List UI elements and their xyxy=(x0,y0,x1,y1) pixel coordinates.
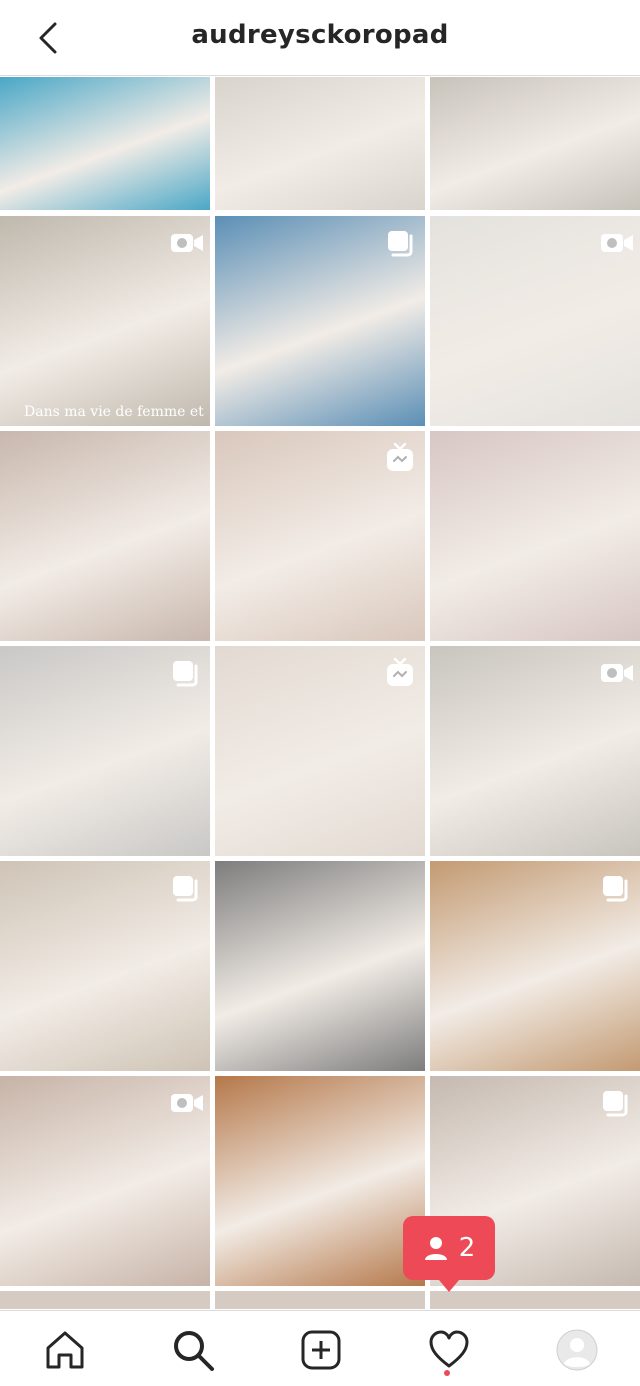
video-icon xyxy=(171,1094,203,1112)
video-badge xyxy=(170,1088,203,1118)
post-boy-denim[interactable] xyxy=(0,646,210,856)
carousel-badge xyxy=(385,228,415,258)
bottom-nav xyxy=(0,1310,640,1386)
nav-profile[interactable] xyxy=(552,1325,602,1375)
igtv-badge xyxy=(385,657,415,688)
igtv-icon xyxy=(387,442,413,471)
nav-search[interactable] xyxy=(168,1325,218,1375)
carousel-icon xyxy=(603,876,628,902)
carousel-icon xyxy=(173,661,198,687)
page-title: audreysckoropad xyxy=(191,20,449,50)
post-kids-painting[interactable] xyxy=(0,77,210,210)
top-bar: audreysckoropad xyxy=(0,0,640,76)
post-caption-overlay: Dans ma vie de femme et xyxy=(24,404,204,420)
post-mom-hug-kids[interactable] xyxy=(430,431,640,641)
heart-icon xyxy=(429,1330,469,1368)
post-woman-workout[interactable] xyxy=(430,216,640,426)
video-badge xyxy=(170,228,203,258)
video-icon xyxy=(601,234,633,252)
post-woman-bottle[interactable] xyxy=(430,646,640,856)
carousel-icon xyxy=(388,231,413,257)
igtv-icon xyxy=(387,657,413,686)
nav-new-post[interactable] xyxy=(296,1325,346,1375)
post-girls-banana[interactable] xyxy=(215,431,425,641)
activity-indicator-dot xyxy=(444,1370,450,1376)
search-icon xyxy=(174,1331,214,1371)
post-baby-pink-hat[interactable] xyxy=(215,216,425,426)
post-girl-long-hair[interactable] xyxy=(0,431,210,641)
post-mom-baby-smoothie[interactable] xyxy=(0,1076,210,1286)
post-baby-blue-eyes[interactable] xyxy=(215,646,425,856)
carousel-badge xyxy=(170,873,200,903)
carousel-icon xyxy=(173,876,198,902)
notification-count: 2 xyxy=(458,1233,476,1263)
video-badge xyxy=(600,228,633,258)
person-icon xyxy=(424,1237,447,1260)
video-badge xyxy=(600,658,633,688)
post-baby-highchair[interactable] xyxy=(0,861,210,1071)
igtv-badge xyxy=(385,442,415,473)
post-mom-holding-child[interactable] xyxy=(430,77,640,210)
video-icon xyxy=(601,664,633,682)
carousel-icon xyxy=(603,1091,628,1117)
home-icon xyxy=(46,1331,84,1369)
post-golden-puppy[interactable] xyxy=(215,1076,425,1286)
post-partial[interactable] xyxy=(0,1291,210,1309)
post-partial[interactable] xyxy=(430,1291,640,1309)
post-woman-spoon[interactable]: Dans ma vie de femme et xyxy=(0,216,210,426)
post-girl-puzzle[interactable] xyxy=(430,861,640,1071)
post-partial[interactable] xyxy=(215,1291,425,1309)
video-icon xyxy=(171,234,203,252)
post-kitchen-mom[interactable] xyxy=(215,77,425,210)
nav-activity[interactable] xyxy=(424,1325,474,1375)
carousel-badge xyxy=(170,658,200,688)
post-woman-chair-bw[interactable] xyxy=(215,861,425,1071)
plus-square-icon xyxy=(301,1330,341,1370)
carousel-badge xyxy=(600,873,630,903)
activity-notification-badge[interactable]: 2 xyxy=(403,1216,495,1292)
avatar-icon xyxy=(556,1329,598,1371)
carousel-badge xyxy=(600,1088,630,1118)
nav-home[interactable] xyxy=(40,1325,90,1375)
